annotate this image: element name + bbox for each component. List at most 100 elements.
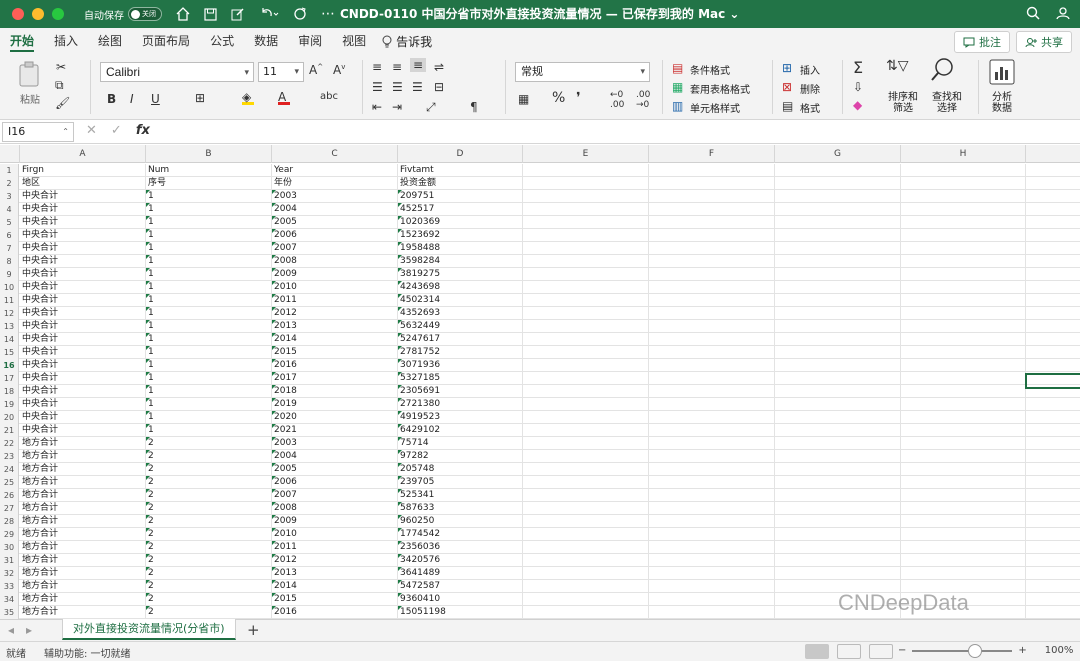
- cell[interactable]: [901, 190, 1026, 203]
- cell[interactable]: 中央合计: [20, 294, 146, 307]
- insert-cells-icon[interactable]: ⊞: [782, 61, 792, 75]
- column-header-i[interactable]: [1026, 145, 1080, 163]
- cell[interactable]: [901, 242, 1026, 255]
- cell[interactable]: [775, 203, 901, 216]
- cell[interactable]: 1774542: [398, 528, 523, 541]
- row-header[interactable]: 2: [0, 177, 19, 190]
- cell[interactable]: 2: [146, 463, 272, 476]
- cell[interactable]: 2008: [272, 502, 398, 515]
- cell[interactable]: [1026, 489, 1080, 502]
- cell[interactable]: 2: [146, 476, 272, 489]
- cell[interactable]: [901, 450, 1026, 463]
- cell[interactable]: 地方合计: [20, 606, 146, 619]
- scroll-next-sheet-icon[interactable]: ▸: [26, 623, 32, 637]
- cell[interactable]: 年份: [272, 177, 398, 190]
- cell[interactable]: [901, 294, 1026, 307]
- cell[interactable]: 3598284: [398, 255, 523, 268]
- row-header[interactable]: 21: [0, 424, 19, 437]
- cell[interactable]: [523, 320, 649, 333]
- cell[interactable]: 中央合计: [20, 281, 146, 294]
- row-header[interactable]: 16: [0, 359, 19, 372]
- tab-formulas[interactable]: 公式: [210, 28, 234, 54]
- sort-filter-icon[interactable]: ⇅▽: [886, 58, 909, 74]
- zoom-slider[interactable]: [912, 643, 1013, 658]
- cell[interactable]: 5472587: [398, 580, 523, 593]
- accounting-format-icon[interactable]: ▦: [518, 92, 529, 106]
- increase-font-icon[interactable]: A^: [309, 63, 323, 77]
- cell[interactable]: [775, 437, 901, 450]
- cell[interactable]: 209751: [398, 190, 523, 203]
- cell[interactable]: [1026, 281, 1080, 294]
- cell[interactable]: 2: [146, 502, 272, 515]
- cell[interactable]: [775, 567, 901, 580]
- cell[interactable]: 5327185: [398, 372, 523, 385]
- cell[interactable]: 地方合计: [20, 437, 146, 450]
- align-center-icon[interactable]: ☰: [392, 80, 403, 94]
- row-header[interactable]: 18: [0, 385, 19, 398]
- find-select-button[interactable]: 查找和 选择: [932, 92, 962, 114]
- page-break-view-button[interactable]: [869, 644, 893, 659]
- row-header[interactable]: 19: [0, 398, 19, 411]
- conditional-format-icon[interactable]: ▤: [672, 61, 683, 75]
- cell[interactable]: 2016: [272, 606, 398, 619]
- cell[interactable]: 2721380: [398, 398, 523, 411]
- cell[interactable]: 中央合计: [20, 307, 146, 320]
- cell[interactable]: [523, 502, 649, 515]
- cell[interactable]: [523, 398, 649, 411]
- cell[interactable]: 97282: [398, 450, 523, 463]
- cell[interactable]: [649, 476, 775, 489]
- phonetic-icon[interactable]: abc: [320, 91, 338, 102]
- cell[interactable]: 2012: [272, 307, 398, 320]
- cell[interactable]: 2021: [272, 424, 398, 437]
- decrease-indent-icon[interactable]: ⇤: [372, 100, 382, 114]
- text-direction-icon[interactable]: ¶: [470, 100, 478, 114]
- row-header[interactable]: 13: [0, 320, 19, 333]
- home-icon[interactable]: [176, 7, 190, 21]
- cell[interactable]: 中央合计: [20, 190, 146, 203]
- cell[interactable]: 3071936: [398, 359, 523, 372]
- cell[interactable]: 中央合计: [20, 203, 146, 216]
- cell[interactable]: 1: [146, 346, 272, 359]
- column-header-c[interactable]: C: [272, 145, 398, 163]
- cell[interactable]: [901, 359, 1026, 372]
- table-format-icon[interactable]: ▦: [672, 80, 683, 94]
- row-header[interactable]: 17: [0, 372, 19, 385]
- cell[interactable]: 1: [146, 372, 272, 385]
- cell[interactable]: [901, 502, 1026, 515]
- cell[interactable]: [1026, 164, 1080, 177]
- cell[interactable]: 2016: [272, 359, 398, 372]
- cell[interactable]: [1026, 242, 1080, 255]
- redo-icon[interactable]: [293, 7, 307, 21]
- tab-insert[interactable]: 插入: [54, 28, 78, 54]
- cell[interactable]: 1: [146, 359, 272, 372]
- cell[interactable]: [649, 177, 775, 190]
- cell[interactable]: 205748: [398, 463, 523, 476]
- cell[interactable]: 960250: [398, 515, 523, 528]
- cell[interactable]: [649, 385, 775, 398]
- cell[interactable]: 地方合计: [20, 476, 146, 489]
- cell[interactable]: 2008: [272, 255, 398, 268]
- cell[interactable]: [523, 463, 649, 476]
- cell[interactable]: [775, 411, 901, 424]
- cell[interactable]: 1523692: [398, 229, 523, 242]
- cell[interactable]: 1: [146, 424, 272, 437]
- cell[interactable]: [901, 177, 1026, 190]
- row-header[interactable]: 32: [0, 567, 19, 580]
- cell[interactable]: 2015: [272, 593, 398, 606]
- account-icon[interactable]: [1056, 6, 1070, 23]
- cell[interactable]: 地方合计: [20, 541, 146, 554]
- accessibility-status[interactable]: 辅助功能: 一切就绪: [44, 645, 131, 660]
- cell[interactable]: 中央合计: [20, 359, 146, 372]
- increase-indent-icon[interactable]: ⇥: [392, 100, 402, 114]
- cell[interactable]: [901, 281, 1026, 294]
- cell[interactable]: [901, 346, 1026, 359]
- cell[interactable]: 2020: [272, 411, 398, 424]
- cell[interactable]: 1: [146, 398, 272, 411]
- find-icon[interactable]: [930, 56, 956, 85]
- row-header[interactable]: 1: [0, 164, 19, 177]
- cell[interactable]: [1026, 307, 1080, 320]
- fill-down-icon[interactable]: ⇩: [853, 80, 863, 94]
- cell[interactable]: 239705: [398, 476, 523, 489]
- cell[interactable]: 75714: [398, 437, 523, 450]
- cell[interactable]: [775, 294, 901, 307]
